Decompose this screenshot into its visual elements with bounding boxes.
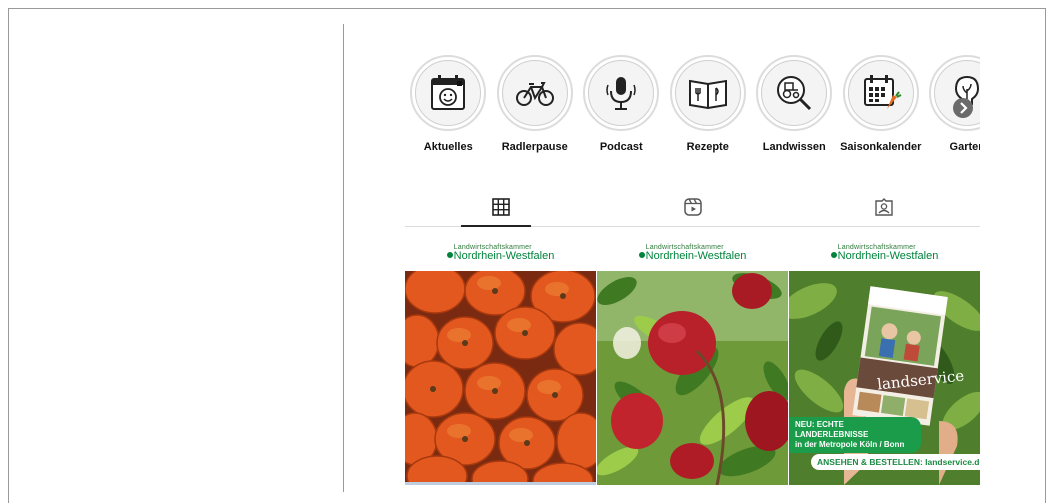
highlight-label: Garten (949, 141, 980, 153)
tab-tagged[interactable] (788, 187, 980, 226)
highlight-label: Radlerpause (501, 141, 568, 153)
tagged-icon (875, 197, 893, 216)
lwk-logo: Landwirtschaftskammer Nordrhein-Westfale… (597, 235, 788, 271)
post-tile[interactable]: Landwirtschaftskammer Nordrhein-Westfale… (789, 235, 980, 485)
pumpkins-photo (405, 271, 596, 485)
lwk-logo: Landwirtschaftskammer Nordrhein-Westfale… (789, 235, 980, 271)
tab-reels[interactable] (597, 187, 789, 226)
post-tile[interactable]: Landwirtschaftskammer Nordrhein-Westfale… (597, 235, 788, 485)
highlights-next-button[interactable] (953, 98, 973, 118)
highlight-label: Aktuelles (423, 141, 473, 153)
highlight-label: Rezepte (686, 141, 729, 153)
highlight-radlerpause[interactable]: Radlerpause (492, 55, 579, 165)
calendar-carrot-icon (863, 75, 902, 109)
reels-icon (683, 197, 702, 216)
chevron-right-icon (960, 102, 968, 114)
recipe-book-icon (688, 79, 727, 110)
highlight-saisonkalender[interactable]: Saisonkalender (838, 55, 925, 165)
profile-content: Aktuelles Radlerpause Podcast Rezepte La… (405, 55, 980, 485)
highlight-label: Landwissen (762, 141, 826, 153)
highlight-label: Podcast (599, 141, 643, 153)
selection-indicator (405, 482, 596, 485)
lwk-logo: Landwirtschaftskammer Nordrhein-Westfale… (405, 235, 596, 271)
highlight-landwissen[interactable]: Landwissen (751, 55, 838, 165)
cta-banner: ANSEHEN & BESTELLEN: landservice.de (811, 454, 980, 470)
post-tile[interactable]: Landwirtschaftskammer Nordrhein-Westfale… (405, 235, 596, 485)
promo-line-2: in der Metropole Köln / Bonn (795, 440, 905, 449)
highlight-podcast[interactable]: Podcast (578, 55, 665, 165)
logo-big-text: Nordrhein-Westfalen (837, 250, 939, 262)
bicycle-icon (515, 82, 554, 106)
highlight-aktuelles[interactable]: Aktuelles (405, 55, 492, 165)
landservice-magazine-photo: landservice NEU: ECHTE LANDERLEBNISSE in… (789, 271, 980, 485)
profile-tabs (405, 187, 980, 227)
highlight-rezepte[interactable]: Rezepte (665, 55, 752, 165)
grid-icon (492, 197, 510, 216)
logo-big-text: Nordrhein-Westfalen (453, 250, 555, 262)
promo-banner: NEU: ECHTE LANDERLEBNISSE in der Metropo… (789, 417, 921, 453)
tractor-magnifier-icon (777, 76, 812, 111)
calendar-smiley-icon (431, 75, 466, 110)
story-highlights: Aktuelles Radlerpause Podcast Rezepte La… (405, 55, 980, 165)
tab-posts[interactable] (405, 187, 597, 227)
posts-grid: Landwirtschaftskammer Nordrhein-Westfale… (405, 235, 980, 485)
logo-big-text: Nordrhein-Westfalen (645, 250, 747, 262)
apples-photo (597, 271, 788, 485)
microphone-icon (606, 77, 636, 110)
highlight-label: Saisonkalender (840, 141, 922, 153)
sidebar-divider (343, 24, 344, 492)
promo-line-1: NEU: ECHTE LANDERLEBNISSE (795, 420, 869, 439)
